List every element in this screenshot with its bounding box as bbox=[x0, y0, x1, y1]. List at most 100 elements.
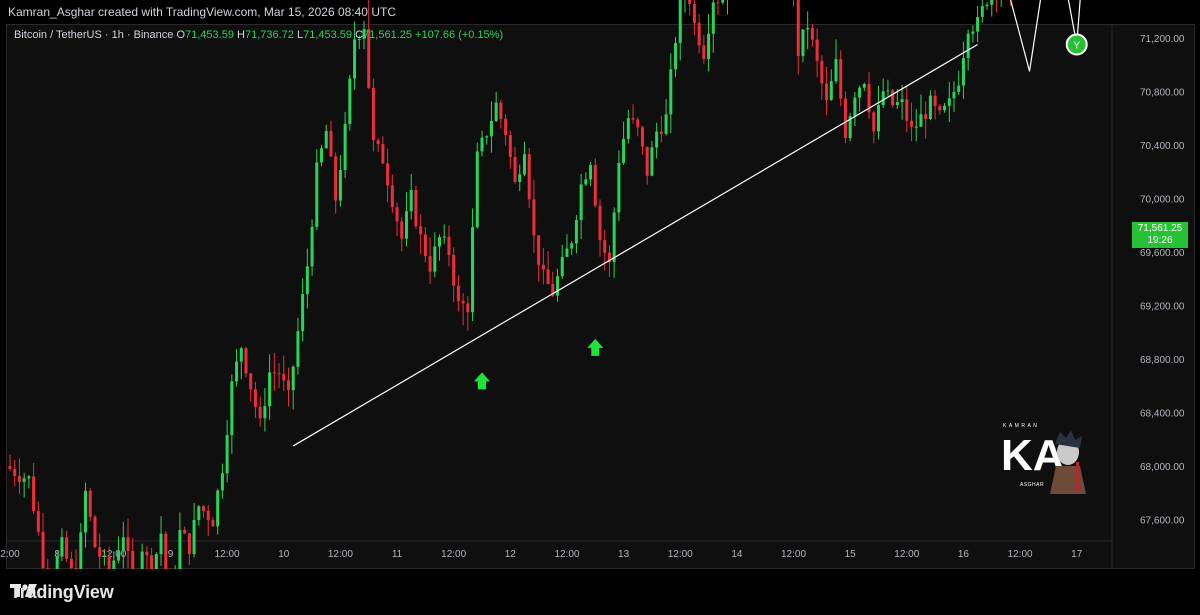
candle-body bbox=[560, 256, 564, 277]
candle-body bbox=[310, 226, 314, 267]
bar-countdown: 19:26 bbox=[1147, 235, 1173, 246]
candle-body bbox=[428, 256, 432, 272]
candle-body bbox=[192, 520, 196, 555]
candle-body bbox=[513, 156, 517, 183]
candle-body bbox=[220, 473, 224, 491]
candle-body bbox=[985, 4, 989, 7]
footer-bar bbox=[0, 569, 1200, 615]
candle-body bbox=[305, 266, 309, 295]
candle-body bbox=[532, 199, 536, 236]
y-tick-label: 70,800.00 bbox=[1140, 87, 1185, 98]
candle-body bbox=[102, 555, 106, 557]
candle-body bbox=[286, 380, 290, 390]
candle-body bbox=[22, 478, 26, 482]
y-tick-label: 69,200.00 bbox=[1140, 301, 1185, 312]
candle-body bbox=[891, 90, 895, 106]
tradingview-mark-icon bbox=[10, 584, 37, 597]
candle-body bbox=[494, 102, 498, 121]
candle-body bbox=[338, 169, 342, 201]
candle-body bbox=[810, 27, 814, 40]
candle-body bbox=[381, 144, 385, 164]
candle-body bbox=[88, 490, 92, 517]
candle-body bbox=[678, 0, 682, 43]
candle-body bbox=[202, 506, 206, 511]
candle-body bbox=[858, 87, 862, 98]
x-tick-label: 12:00 bbox=[894, 549, 919, 560]
candle-body bbox=[650, 147, 654, 176]
candle-body bbox=[820, 60, 824, 84]
x-tick-label: 12:00 bbox=[215, 549, 240, 560]
candle-body bbox=[966, 33, 970, 59]
candle-body bbox=[471, 227, 475, 313]
candle-body bbox=[881, 91, 885, 106]
candle-body bbox=[504, 118, 508, 136]
x-tick-label: 12:00 bbox=[1008, 549, 1033, 560]
high-value: 71,736.72 bbox=[244, 29, 294, 41]
close-value: 71,561.25 bbox=[363, 29, 412, 41]
candle-body bbox=[489, 120, 493, 137]
candle-body bbox=[711, 2, 715, 34]
candle-body bbox=[910, 120, 914, 127]
candle-body bbox=[522, 154, 526, 175]
candle-body bbox=[603, 240, 607, 253]
candle-body bbox=[225, 435, 229, 474]
candle-body bbox=[640, 127, 644, 147]
candle-body bbox=[324, 130, 328, 149]
candle-body bbox=[282, 373, 286, 381]
candle-body bbox=[93, 516, 97, 548]
candle-body bbox=[475, 151, 479, 228]
candle-body bbox=[636, 119, 640, 128]
candle-body bbox=[688, 0, 692, 4]
candle-body bbox=[943, 105, 947, 111]
y-tick-label: 70,000.00 bbox=[1140, 194, 1185, 205]
candle-body bbox=[659, 131, 663, 134]
candle-body bbox=[353, 39, 357, 79]
candle-body bbox=[843, 98, 847, 139]
candle-body bbox=[565, 248, 569, 257]
author-watermark: KAMRAN KA ASGHAR bbox=[998, 418, 1088, 496]
candle-body bbox=[159, 533, 163, 555]
candle-body bbox=[296, 331, 300, 367]
candle-body bbox=[84, 490, 88, 533]
candle-body bbox=[348, 78, 352, 124]
last-price: 71,561.25 bbox=[1137, 223, 1183, 234]
svg-text:KAMRAN: KAMRAN bbox=[1003, 423, 1039, 429]
candle-body bbox=[876, 105, 880, 132]
candle-body bbox=[976, 16, 980, 32]
candle-body bbox=[905, 99, 909, 121]
candle-body bbox=[41, 531, 45, 569]
symbol-legend: Bitcoin / TetherUS · 1h · Binance O71,45… bbox=[14, 29, 503, 41]
candle-body bbox=[145, 551, 149, 556]
candle-body bbox=[272, 372, 276, 374]
candle-body bbox=[895, 102, 899, 106]
x-tick-label: 9 bbox=[168, 549, 174, 560]
candle-body bbox=[584, 179, 588, 185]
candle-body bbox=[815, 39, 819, 61]
x-tick-label: 15 bbox=[845, 549, 857, 560]
candle-body bbox=[839, 59, 843, 99]
candle-body bbox=[806, 27, 810, 30]
candle-body bbox=[853, 97, 857, 117]
candle-body bbox=[626, 118, 630, 139]
candle-body bbox=[702, 45, 706, 59]
candle-body bbox=[669, 69, 673, 115]
candle-body bbox=[919, 114, 923, 127]
candle-body bbox=[423, 234, 427, 257]
candle-body bbox=[277, 373, 281, 375]
candle-body bbox=[329, 130, 333, 157]
candle-body bbox=[376, 140, 380, 145]
high-label: H bbox=[237, 29, 245, 41]
change-value: +107.66 (+0.15%) bbox=[415, 29, 504, 41]
candle-body bbox=[579, 184, 583, 221]
candle-body bbox=[419, 226, 423, 235]
candle-body bbox=[825, 83, 829, 101]
candle-body bbox=[117, 551, 121, 561]
tradingview-logo[interactable]: TradingView bbox=[10, 582, 114, 603]
candle-body bbox=[438, 236, 442, 247]
close-label: C bbox=[355, 29, 364, 41]
x-tick-label: 11 bbox=[392, 549, 403, 560]
candlestick-chart[interactable]: 74,400.0074,000.0073,600.0073,200.0072,8… bbox=[0, 0, 1200, 615]
candle-body bbox=[371, 87, 375, 141]
candle-body bbox=[197, 506, 201, 521]
support-up-arrow-icon bbox=[587, 338, 604, 356]
